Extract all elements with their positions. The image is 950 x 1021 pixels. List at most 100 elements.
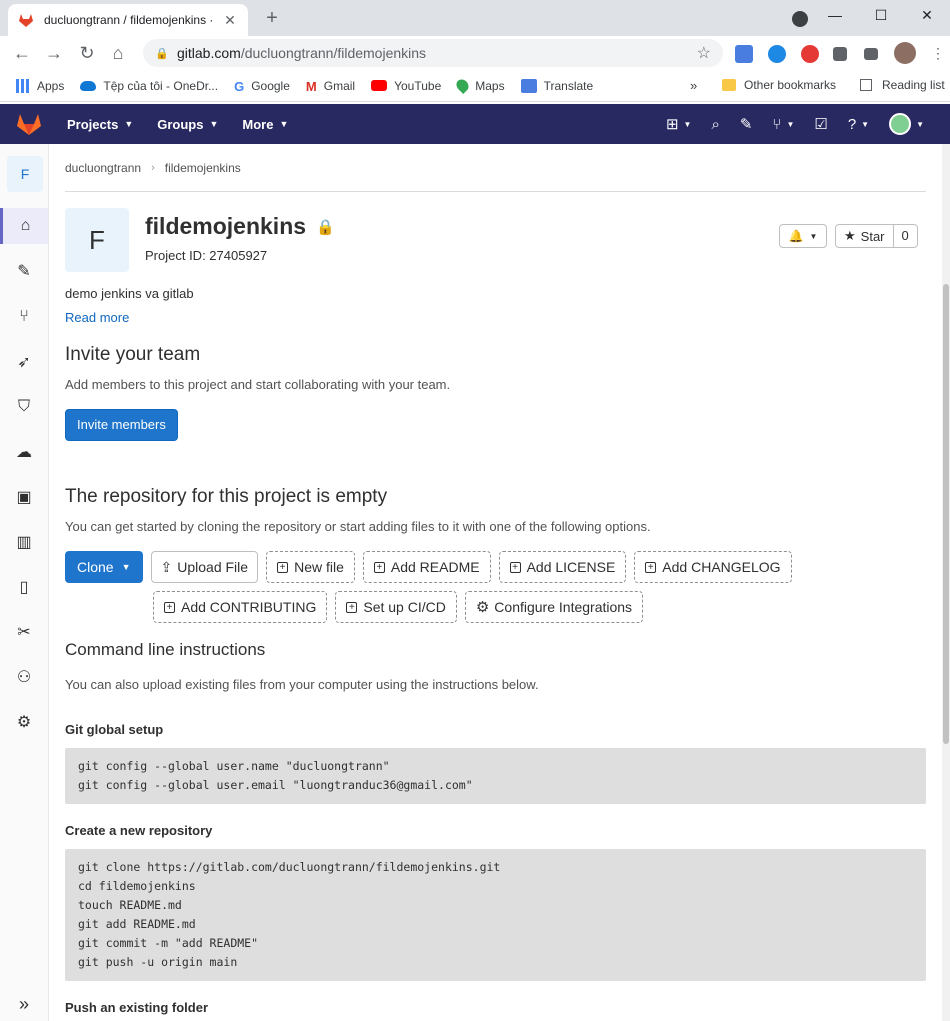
create-new-dropdown[interactable]: ⊞ ▼ [666, 115, 692, 133]
collapse-sidebar-icon[interactable]: » [0, 994, 48, 1015]
bookmark-translate[interactable]: Translate [520, 78, 593, 93]
back-icon[interactable]: ← [10, 41, 34, 65]
adblock-extension-icon[interactable] [801, 45, 819, 63]
chevron-right-icon: › [151, 161, 155, 174]
nav-groups-menu[interactable]: Groups ▼ [157, 117, 218, 132]
gitlab-favicon-icon [19, 14, 33, 27]
page-scrollbar[interactable] [942, 144, 950, 1021]
setup-cicd-button[interactable]: + Set up CI/CD [335, 591, 457, 623]
create-repo-code[interactable]: git clone https://gitlab.com/ducluongtra… [65, 849, 926, 981]
add-readme-button[interactable]: + Add README [362, 551, 491, 583]
close-tab-icon[interactable]: ✕ [222, 12, 238, 29]
close-window-icon[interactable]: ✕ [904, 0, 950, 36]
todos-icon[interactable]: ☑ [814, 115, 827, 133]
new-tab-button[interactable]: + [260, 6, 284, 30]
project-sidebar: F ⌂ ✎ ⑂ ➶ ⛉ ☁ ▣ ▥ ▯ ✂ ⚇ ⚙ » [0, 144, 49, 1021]
drop-extension-icon[interactable] [768, 45, 786, 63]
bookmark-maps[interactable]: Maps [454, 77, 505, 94]
gitlab-tanuki-icon [17, 114, 41, 135]
project-id: Project ID: 27405927 [145, 248, 268, 263]
browser-tab[interactable]: ducluongtrann / fildemojenkins · ✕ [8, 4, 248, 36]
configure-integrations-label: Configure Integrations [494, 599, 633, 615]
home-icon[interactable]: ⌂ [0, 208, 48, 244]
bookmark-onedrive[interactable]: Tệp của tôi - OneDr... [80, 79, 218, 93]
plus-square-icon: + [164, 601, 175, 613]
merge-requests-icon[interactable]: ⑂ [0, 299, 48, 335]
nav-more-menu[interactable]: More ▼ [242, 117, 288, 132]
reload-icon[interactable]: ↻ [75, 41, 99, 65]
invite-members-button[interactable]: Invite members [65, 409, 178, 441]
infrastructure-icon[interactable]: ☁ [0, 434, 48, 470]
help-dropdown[interactable]: ? ▼ [848, 116, 869, 133]
new-file-button[interactable]: + New file [266, 551, 355, 583]
settings-icon[interactable]: ⚙ [0, 704, 48, 740]
maximize-icon[interactable]: ☐ [858, 0, 904, 36]
reading-list[interactable]: Reading list [860, 78, 945, 92]
git-global-setup-title: Git global setup [65, 722, 164, 737]
add-changelog-button[interactable]: + Add CHANGELOG [634, 551, 792, 583]
other-bookmarks[interactable]: Other bookmarks [722, 78, 836, 92]
breadcrumb-user[interactable]: ducluongtrann [65, 161, 141, 175]
members-icon[interactable]: ⚇ [0, 659, 48, 695]
google-translate-extension-icon[interactable] [735, 45, 753, 63]
chevron-down-icon: ▼ [121, 562, 131, 572]
clone-button[interactable]: Clone ▼ [65, 551, 143, 583]
packages-icon[interactable]: ▣ [0, 479, 48, 515]
add-readme-label: Add README [390, 559, 480, 575]
lock-icon[interactable]: 🔒 [155, 47, 169, 60]
address-bar[interactable]: 🔒 gitlab.com/ducluongtrann/fildemojenkin… [143, 39, 723, 67]
profile-avatar[interactable] [894, 42, 916, 64]
bookmark-google[interactable]: G Google [234, 78, 290, 94]
cli-title: Command line instructions [65, 640, 266, 659]
deployments-icon[interactable]: ➶ [0, 344, 48, 380]
star-count[interactable]: 0 [892, 225, 917, 247]
user-menu-dropdown[interactable]: ▼ [889, 113, 924, 135]
setup-cicd-label: Set up CI/CD [363, 599, 446, 615]
main-content: ducluongtrann › fildemojenkins F fildemo… [65, 144, 926, 1015]
security-icon[interactable]: ⛉ [0, 389, 48, 425]
tab-search-icon[interactable] [792, 11, 808, 27]
chevron-down-icon: ▼ [279, 119, 289, 129]
analytics-icon[interactable]: ▥ [0, 524, 48, 560]
git-global-setup-code[interactable]: git config --global user.name "ducluongt… [65, 748, 926, 804]
breadcrumb-project[interactable]: fildemojenkins [165, 161, 241, 175]
lock-icon: 🔒 [316, 218, 335, 236]
forward-icon[interactable]: → [42, 41, 66, 65]
notification-dropdown[interactable]: 🔔 ▼ [779, 224, 827, 248]
scrollbar-thumb[interactable] [943, 284, 949, 744]
create-repo-title: Create a new repository [65, 823, 213, 838]
home-icon[interactable]: ⌂ [106, 41, 130, 65]
project-title: fildemojenkins [145, 213, 307, 239]
search-icon[interactable]: ⌕ [711, 116, 719, 133]
gitlab-logo[interactable] [0, 112, 58, 136]
configure-integrations-button[interactable]: ⚙ Configure Integrations [464, 591, 644, 623]
youtube-icon [371, 80, 388, 91]
nav-projects-menu[interactable]: Projects ▼ [67, 117, 133, 132]
bookmark-label: Maps [475, 78, 505, 93]
sidebar-project-avatar[interactable]: F [7, 156, 43, 192]
snippets-icon[interactable]: ✂ [0, 614, 48, 650]
bookmark-star-icon[interactable]: ☆ [697, 43, 711, 63]
upload-file-button[interactable]: ⇪ Upload File [150, 551, 259, 583]
nav-menu-label: Projects [67, 116, 119, 132]
issues-icon[interactable]: ✎ [0, 253, 48, 289]
bookmarks-overflow-icon[interactable]: » [690, 78, 697, 93]
bookmark-gmail[interactable]: M Gmail [306, 79, 355, 94]
url-path: /ducluongtrann/fildemojenkins [240, 45, 427, 61]
add-contributing-button[interactable]: + Add CONTRIBUTING [153, 591, 328, 623]
media-control-icon[interactable] [864, 48, 878, 60]
browser-menu-icon[interactable]: ⋮ [926, 41, 950, 65]
wiki-icon[interactable]: ▯ [0, 569, 48, 605]
bookmark-youtube[interactable]: YouTube [371, 79, 441, 93]
extensions-puzzle-icon[interactable] [833, 47, 847, 61]
plus-square-icon: + [346, 601, 358, 613]
bookmark-apps[interactable]: Apps [16, 78, 64, 93]
read-more-link[interactable]: Read more [65, 310, 926, 325]
merge-requests-dropdown[interactable]: ⑂ ▼ [772, 116, 794, 133]
issues-icon[interactable]: ✎ [740, 115, 753, 133]
merge-request-icon: ⑂ [772, 115, 782, 133]
star-button[interactable]: ★ Star 0 [835, 224, 918, 248]
add-license-button[interactable]: + Add LICENSE [498, 551, 627, 583]
bookmark-label: Google [251, 78, 290, 93]
minimize-icon[interactable]: — [812, 0, 858, 36]
